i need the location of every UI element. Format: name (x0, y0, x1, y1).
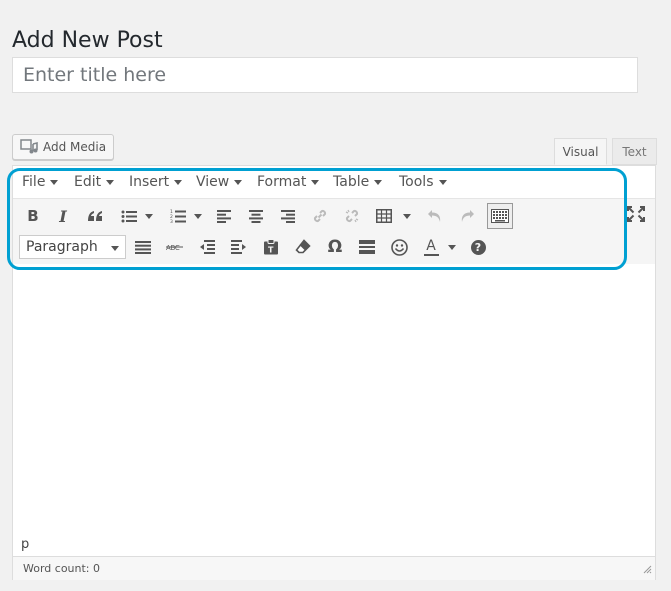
chevron-down-icon (194, 213, 202, 219)
menu-view[interactable]: View (196, 174, 243, 190)
toolbar-toggle-button[interactable] (487, 203, 513, 229)
redo-icon (459, 209, 475, 223)
bold-button[interactable]: B (21, 204, 45, 228)
chevron-down-icon (106, 179, 115, 185)
horizontal-line-icon (359, 240, 375, 254)
italic-button[interactable]: I (51, 204, 75, 228)
title-input[interactable] (12, 57, 638, 93)
chevron-down-icon (403, 213, 411, 219)
unlink-button[interactable] (340, 204, 364, 228)
outdent-icon (199, 240, 215, 254)
outdent-button[interactable] (195, 235, 219, 259)
paste-text-button[interactable]: T (259, 235, 283, 259)
chevron-down-icon (145, 213, 153, 219)
align-center-icon (249, 209, 263, 223)
undo-button[interactable] (423, 204, 447, 228)
align-center-button[interactable] (244, 204, 268, 228)
word-count: Word count: 0 (23, 562, 101, 575)
blockquote-button[interactable] (83, 204, 107, 228)
svg-text:3: 3 (170, 219, 173, 223)
add-media-button[interactable]: Add Media (12, 134, 114, 160)
menu-format[interactable]: Format (257, 174, 320, 190)
menu-file[interactable]: File (22, 174, 59, 190)
indent-button[interactable] (227, 235, 251, 259)
special-character-button[interactable]: Ω (323, 235, 347, 259)
keyboard-icon (491, 209, 509, 223)
table-dropdown[interactable] (402, 204, 412, 228)
help-icon: ? (470, 239, 486, 255)
menu-edit[interactable]: Edit (74, 174, 115, 190)
align-left-icon (217, 209, 231, 223)
menu-insert[interactable]: Insert (129, 174, 183, 190)
editor: File Edit Insert View Format Table Tools… (12, 165, 656, 580)
bullet-list-dropdown[interactable] (144, 204, 154, 228)
smiley-icon (390, 238, 408, 256)
table-icon (376, 209, 392, 223)
distraction-free-button[interactable] (624, 204, 648, 228)
italic-icon: I (59, 206, 67, 226)
chevron-down-icon (374, 179, 383, 185)
help-button[interactable]: ? (466, 235, 490, 259)
emoticons-button[interactable] (387, 235, 411, 259)
media-icon (20, 139, 38, 155)
format-select[interactable]: Paragraph (19, 235, 126, 259)
link-button[interactable] (308, 204, 332, 228)
text-color-button[interactable]: A (419, 235, 443, 259)
strikethrough-icon: ABC (166, 242, 184, 252)
numbered-list-icon: 123 (170, 209, 186, 223)
paste-text-icon: T (263, 239, 279, 255)
status-bar: Word count: 0 (13, 556, 655, 580)
align-right-icon (281, 209, 295, 223)
link-icon (312, 208, 328, 224)
editor-content-area[interactable] (13, 264, 655, 534)
tab-visual[interactable]: Visual (554, 138, 607, 165)
align-left-button[interactable] (212, 204, 236, 228)
table-button[interactable] (372, 204, 396, 228)
chevron-down-icon (174, 179, 183, 185)
chevron-down-icon (111, 246, 119, 251)
blockquote-icon (87, 210, 103, 222)
editor-toolbar: File Edit Insert View Format Table Tools… (13, 166, 655, 265)
tab-text[interactable]: Text (612, 138, 657, 165)
chevron-down-icon (311, 179, 320, 185)
bullet-list-icon (121, 210, 137, 223)
element-path[interactable]: p (21, 537, 29, 552)
numbered-list-dropdown[interactable] (193, 204, 203, 228)
editor-menubar: File Edit Insert View Format Table Tools (13, 166, 655, 199)
fullscreen-icon (627, 206, 645, 226)
chevron-down-icon (50, 179, 59, 185)
svg-text:ABC: ABC (166, 244, 180, 252)
redo-button[interactable] (455, 204, 479, 228)
bold-icon: B (27, 207, 39, 225)
numbered-list-button[interactable]: 123 (166, 204, 190, 228)
clear-formatting-button[interactable] (291, 235, 315, 259)
align-justify-button[interactable] (131, 235, 155, 259)
indent-icon (231, 240, 247, 254)
page-title: Add New Post (12, 27, 163, 53)
chevron-down-icon (234, 179, 243, 185)
menu-tools[interactable]: Tools (399, 174, 447, 190)
omega-icon: Ω (327, 237, 343, 257)
format-select-value: Paragraph (26, 239, 98, 255)
align-right-button[interactable] (276, 204, 300, 228)
add-media-label: Add Media (43, 140, 107, 154)
text-color-icon: A (423, 239, 439, 256)
eraser-icon (295, 239, 311, 255)
resize-handle-icon[interactable] (642, 564, 652, 577)
strikethrough-button[interactable]: ABC (163, 235, 187, 259)
svg-text:T: T (268, 246, 274, 255)
undo-icon (427, 209, 443, 223)
align-justify-icon (135, 240, 151, 254)
bullet-list-button[interactable] (117, 204, 141, 228)
chevron-down-icon (448, 244, 456, 250)
horizontal-line-button[interactable] (355, 235, 379, 259)
unlink-icon (344, 208, 360, 224)
text-color-dropdown[interactable] (447, 235, 457, 259)
menu-table[interactable]: Table (333, 174, 383, 190)
chevron-down-icon (438, 179, 447, 185)
